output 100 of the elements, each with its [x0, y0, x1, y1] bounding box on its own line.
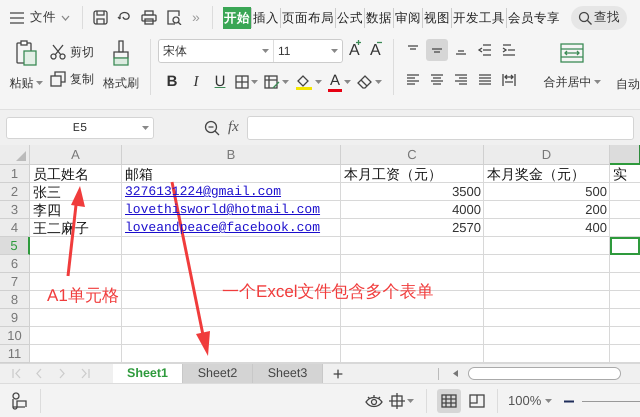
row-header[interactable]: 1	[0, 165, 30, 183]
caret-icon[interactable]	[36, 80, 42, 86]
row-header[interactable]: 6	[0, 255, 30, 273]
scissors-icon[interactable]	[50, 44, 66, 60]
selected-cell[interactable]	[610, 237, 640, 255]
row-header[interactable]: 10	[0, 327, 30, 345]
copy-button[interactable]: 复制	[50, 70, 94, 88]
increase-indent-icon[interactable]	[501, 42, 517, 58]
row-header[interactable]: 11	[0, 345, 30, 363]
align-right-icon[interactable]	[453, 72, 469, 88]
clipboard-icon[interactable]	[15, 40, 37, 66]
distributed-icon[interactable]	[501, 72, 517, 88]
table-cell-text: 李四	[32, 201, 62, 219]
caret-icon[interactable]	[282, 80, 289, 85]
caret-icon[interactable]	[262, 48, 269, 54]
row-header[interactable]: 3	[0, 201, 30, 219]
borders-icon[interactable]	[235, 75, 249, 90]
page-layout-icon[interactable]	[469, 394, 485, 408]
add-sheet-button[interactable]: +	[326, 364, 350, 383]
menu-button[interactable]: 文件	[30, 8, 56, 27]
sheet-tab[interactable]: Sheet2	[183, 364, 253, 383]
caret-icon[interactable]	[251, 80, 258, 85]
merge-cells-icon[interactable]	[560, 43, 584, 63]
align-center-icon[interactable]	[429, 72, 445, 88]
ribbon-tab[interactable]: 审阅	[394, 6, 422, 28]
conditional-format-icon[interactable]	[264, 75, 280, 90]
caret-icon[interactable]	[315, 80, 322, 85]
font-name-dropdown[interactable]: 宋体	[159, 40, 274, 62]
row-header[interactable]: 9	[0, 309, 30, 327]
eraser-icon[interactable]	[357, 75, 373, 90]
row-header[interactable]: 2	[0, 183, 30, 201]
italic-button[interactable]: I	[187, 71, 205, 94]
ribbon-tab[interactable]: 开发工具	[452, 6, 506, 28]
caret-icon[interactable]	[594, 80, 600, 84]
sheet-tab[interactable]: Sheet3	[253, 364, 323, 383]
bold-button[interactable]: B	[163, 71, 181, 94]
eye-icon[interactable]	[365, 394, 383, 408]
copy-icon[interactable]	[50, 71, 66, 87]
caret-icon[interactable]	[375, 80, 382, 85]
zoom-icon[interactable]	[204, 120, 220, 136]
chevron-down-icon[interactable]	[61, 14, 70, 20]
table-cell-text: 员工姓名	[32, 165, 90, 183]
function-button[interactable]: fx	[228, 116, 239, 139]
ribbon-tab[interactable]: 数据	[364, 6, 393, 28]
table-cell-text: 张三	[32, 183, 62, 201]
wrap-text-button[interactable]: 自动	[616, 75, 640, 93]
scrollbar-thumb[interactable]	[468, 367, 621, 380]
crosshair-icon[interactable]	[389, 393, 405, 409]
justify-icon[interactable]	[477, 72, 493, 88]
macro-icon[interactable]	[10, 392, 28, 410]
ribbon-tab[interactable]: 视图	[422, 6, 451, 28]
scroll-left-icon[interactable]	[453, 370, 458, 377]
name-box[interactable]: E5	[6, 116, 154, 138]
merge-center-button[interactable]: 合并居中	[542, 39, 602, 93]
table-cell-text: 实	[612, 165, 628, 183]
ribbon-tab[interactable]: 公式	[336, 6, 364, 28]
paintbrush-icon[interactable]	[112, 40, 130, 66]
fill-color-icon[interactable]	[295, 74, 313, 90]
cut-button[interactable]: 剪切	[50, 43, 94, 61]
column-header[interactable]: C	[341, 145, 484, 165]
search-button[interactable]: 查找	[570, 6, 627, 30]
format-painter-button[interactable]: 格式刷	[100, 39, 142, 95]
print-icon[interactable]	[141, 10, 157, 25]
zoom-level-button[interactable]: 100%	[508, 391, 542, 411]
column-header[interactable]: A	[30, 145, 122, 165]
menu-icon[interactable]	[10, 12, 24, 24]
table-cell-text: 400	[584, 219, 608, 237]
sheet-tab[interactable]: Sheet1	[113, 364, 183, 383]
caret-icon[interactable]	[142, 126, 149, 130]
row-header[interactable]: 4	[0, 219, 30, 237]
caret-icon[interactable]	[407, 398, 414, 404]
decrease-font-button[interactable]: A	[370, 39, 385, 63]
column-header[interactable]: B	[122, 145, 341, 165]
column-header[interactable]: D	[484, 145, 610, 165]
ribbon-tab[interactable]: 插入	[252, 6, 280, 28]
formula-input[interactable]	[246, 116, 634, 140]
print-preview-icon[interactable]	[166, 10, 182, 25]
underline-button[interactable]: U	[211, 71, 229, 94]
paste-button[interactable]: 粘贴	[8, 39, 44, 95]
normal-view-icon[interactable]	[441, 394, 457, 408]
table-cell-text: 200	[584, 201, 608, 219]
search-icon[interactable]	[578, 10, 592, 24]
decrease-indent-icon[interactable]	[477, 42, 493, 58]
align-left-icon[interactable]	[405, 72, 421, 88]
row-header[interactable]: 8	[0, 291, 30, 309]
increase-font-button[interactable]: A	[349, 39, 364, 63]
annotation-text: A1单元格	[47, 285, 119, 307]
save-icon[interactable]	[93, 10, 108, 25]
minus-icon	[377, 40, 382, 45]
column-header[interactable]	[610, 145, 640, 165]
caret-icon[interactable]	[545, 398, 552, 404]
ribbon-tab[interactable]: 页面布局	[280, 6, 335, 28]
caret-icon[interactable]	[331, 48, 338, 54]
font-color-button[interactable]: A	[328, 72, 342, 92]
row-header[interactable]: 7	[0, 273, 30, 291]
zoom-out-icon[interactable]	[564, 400, 574, 402]
annotation-text: 一个Excel文件包含多个表单	[222, 281, 434, 303]
font-size-dropdown[interactable]: 11	[274, 40, 342, 62]
caret-icon[interactable]	[344, 80, 351, 85]
ribbon-tab[interactable]: 会员专享	[506, 6, 561, 28]
